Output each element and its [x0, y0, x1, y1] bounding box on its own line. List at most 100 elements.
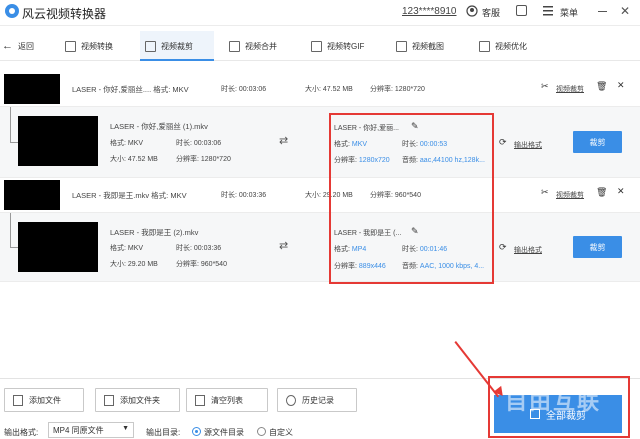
history-label: 历史记录: [302, 395, 334, 405]
file-duration: 时长: 00:03:06: [221, 86, 267, 93]
output-format-label: 输出格式:: [4, 428, 39, 437]
tab-label: 视频优化: [495, 41, 527, 51]
trash-icon[interactable]: 🗑: [596, 81, 607, 92]
tab-label: 视频裁剪: [161, 41, 193, 51]
clip-format: 格式: MKV: [110, 140, 144, 147]
video-convert-icon: [65, 40, 76, 52]
crop-button[interactable]: 裁剪: [573, 131, 622, 153]
clear-list-button[interactable]: 清空列表: [186, 388, 268, 412]
chevron-down-icon: ▼: [122, 425, 129, 432]
history-button[interactable]: 历史记录: [277, 388, 357, 412]
tab-video-merge[interactable]: 视频合并: [226, 31, 296, 61]
radio-source-dir[interactable]: [192, 427, 201, 436]
clip-duration: 时长: 00:03:36: [176, 245, 222, 252]
add-file-button[interactable]: 添加文件: [4, 388, 84, 412]
tab-video-crop[interactable]: 视频裁剪: [140, 31, 214, 61]
add-folder-icon: [104, 394, 114, 406]
shuffle-icon: ⇄: [279, 135, 289, 147]
radio-source-label: 源文件目录: [204, 428, 244, 437]
tab-label: 视频转换: [81, 41, 113, 51]
highlight-box: [488, 376, 630, 438]
radio-custom-label: 自定义: [269, 428, 293, 437]
tab-label: 视频合并: [245, 41, 277, 51]
add-folder-label: 添加文件夹: [120, 395, 160, 405]
video-thumbnail: [4, 180, 60, 210]
file-title: LASER - 我即是王.mkv 格式: MKV: [72, 191, 187, 200]
tab-video-optimize[interactable]: 视频优化: [476, 31, 546, 61]
output-format-select[interactable]: MP4 同原文件 ▼: [48, 422, 134, 438]
highlight-box: [329, 113, 494, 284]
radio-custom-dir[interactable]: [257, 427, 266, 436]
video-merge-icon: [229, 40, 240, 52]
app-logo-icon: [5, 4, 19, 18]
tree-line: [10, 142, 18, 143]
back-arrow-icon: ←: [2, 40, 13, 52]
nav-bar: ← 返回 视频转换 视频裁剪 视频合并 视频转GIF 视频截图 视频优化: [0, 31, 640, 61]
clip-format: 格式: MKV: [110, 245, 144, 252]
clip-size: 大小: 29.20 MB: [110, 261, 158, 268]
back-label: 返回: [18, 41, 34, 51]
account-link[interactable]: 123****8910: [402, 6, 457, 17]
close-row-icon[interactable]: ✕: [617, 186, 625, 197]
clear-list-icon: [195, 394, 205, 406]
file-duration: 时长: 00:03:36: [221, 192, 267, 199]
history-icon: [286, 394, 296, 406]
clip-name: LASER - 我即是王 (2).mkv: [110, 228, 199, 237]
shuffle-icon: ⇄: [279, 240, 289, 252]
file-row: LASER - 你好,爱丽丝.... 格式: MKV 时长: 00:03:06 …: [0, 72, 640, 106]
add-file-icon: [13, 394, 23, 406]
optimize-icon: [479, 40, 490, 52]
output-format-link[interactable]: 输出格式: [514, 245, 542, 255]
scissors-icon[interactable]: ✂: [541, 81, 549, 92]
output-format-link[interactable]: 输出格式: [514, 140, 542, 150]
file-row: LASER - 我即是王.mkv 格式: MKV 时长: 00:03:36 大小…: [0, 178, 640, 212]
tree-line: [10, 247, 18, 248]
tab-label: 视频截图: [412, 41, 444, 51]
scissors-icon[interactable]: ✂: [541, 187, 549, 198]
file-resolution: 分辨率: 1280*720: [370, 86, 425, 93]
tab-video-to-gif[interactable]: 视频转GIF: [308, 31, 386, 61]
tree-line: [10, 213, 11, 247]
app-title: 风云视频转换器: [22, 7, 107, 21]
add-file-label: 添加文件: [29, 395, 61, 405]
screenshot-icon: [396, 40, 407, 52]
output-dir-label: 输出目录:: [146, 428, 181, 437]
crop-video-link[interactable]: 视频裁剪: [556, 84, 584, 94]
tree-line: [10, 107, 11, 142]
clip-resolution: 分辨率: 1280*720: [176, 156, 231, 163]
tab-video-screenshot[interactable]: 视频截图: [393, 31, 463, 61]
add-folder-button[interactable]: 添加文件夹: [95, 388, 180, 412]
close-row-icon[interactable]: ✕: [617, 80, 625, 91]
refresh-icon[interactable]: ⟳: [499, 242, 507, 253]
clip-row: LASER - 我即是王 (2).mkv 格式: MKV 时长: 00:03:3…: [0, 213, 640, 281]
clip-duration: 时长: 00:03:06: [176, 140, 222, 147]
menu-icon[interactable]: [543, 5, 553, 17]
clip-name: LASER - 你好,爱丽丝 (1).mkv: [110, 122, 208, 131]
tab-video-convert[interactable]: 视频转换: [62, 31, 132, 61]
output-format-value: MP4 同原文件: [53, 425, 104, 435]
clear-list-label: 清空列表: [211, 395, 243, 405]
close-icon[interactable]: ✕: [620, 4, 630, 18]
mail-icon[interactable]: [516, 5, 527, 16]
crop-video-link[interactable]: 视频裁剪: [556, 190, 584, 200]
headset-icon[interactable]: [466, 5, 478, 17]
file-title: LASER - 你好,爱丽丝.... 格式: MKV: [72, 85, 189, 94]
divider: [0, 281, 640, 282]
trash-icon[interactable]: 🗑: [596, 187, 607, 198]
clip-thumbnail: [18, 222, 98, 272]
file-size: 大小: 47.52 MB: [305, 86, 353, 93]
service-label[interactable]: 客服: [482, 6, 500, 19]
crop-button[interactable]: 裁剪: [573, 236, 622, 258]
back-button[interactable]: ← 返回: [0, 31, 38, 61]
title-bar: 风云视频转换器 123****8910 客服 菜单 ✕: [0, 0, 640, 26]
clip-resolution: 分辨率: 960*540: [176, 261, 227, 268]
minimize-icon[interactable]: [598, 11, 607, 12]
video-thumbnail: [4, 74, 60, 104]
clip-thumbnail: [18, 116, 98, 166]
video-crop-icon: [145, 40, 156, 52]
gif-icon: [311, 40, 322, 52]
clip-row: LASER - 你好,爱丽丝 (1).mkv 格式: MKV 时长: 00:03…: [0, 107, 640, 177]
clip-size: 大小: 47.52 MB: [110, 156, 158, 163]
refresh-icon[interactable]: ⟳: [499, 137, 507, 148]
menu-label[interactable]: 菜单: [560, 6, 578, 19]
